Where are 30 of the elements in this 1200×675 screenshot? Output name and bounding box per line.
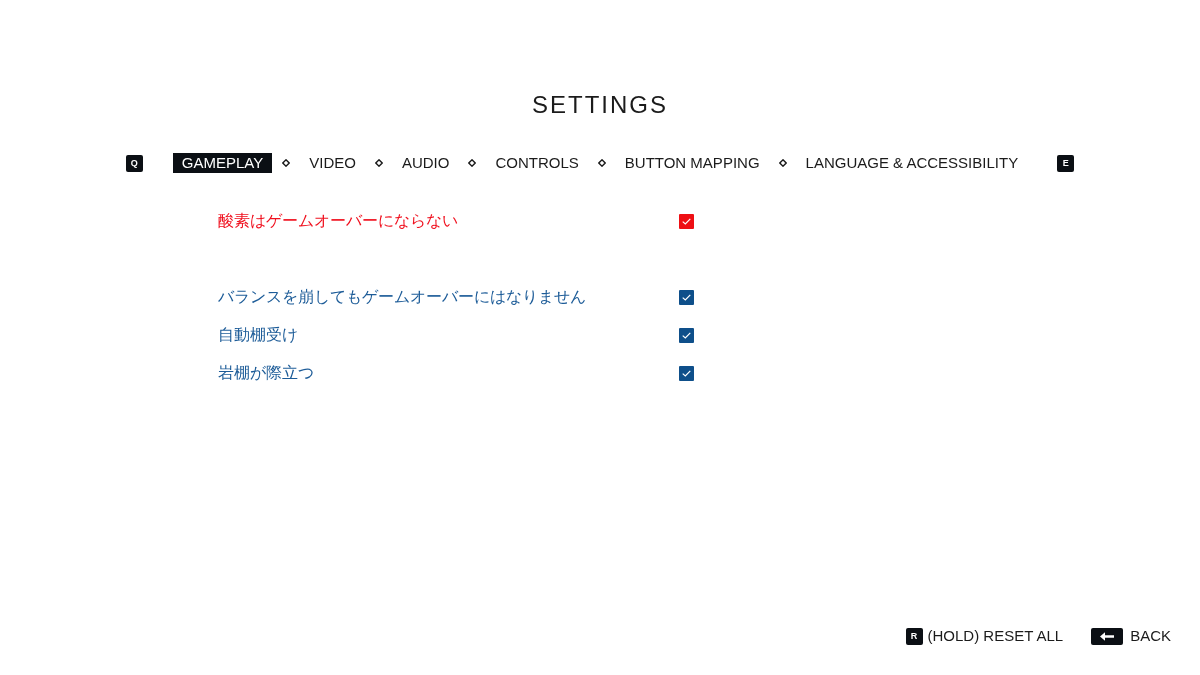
diamond-icon [374,159,383,167]
diamond-icon [282,159,291,167]
diamond-icon [597,159,606,167]
tab[interactable]: AUDIO [392,153,459,173]
action-button[interactable]: BACK [1130,627,1171,645]
tab[interactable]: BUTTON MAPPING [615,153,769,173]
diamond-icon [468,159,477,167]
tab[interactable]: LANGUAGE & ACCESSIBILITY [796,153,1028,173]
check-icon [682,369,691,377]
diamond-icon [778,159,787,167]
tab[interactable]: VIDEO [300,153,365,173]
key-cap: R [905,627,923,645]
tab[interactable]: CONTROLS [486,153,588,173]
checkbox[interactable] [679,365,694,381]
option-label: 自動棚受け [218,325,298,345]
checkbox[interactable] [679,327,694,343]
check-icon [682,217,691,225]
action-button[interactable]: (HOLD) RESET ALL [927,627,1064,645]
check-icon [682,293,691,301]
checkbox[interactable] [679,213,694,229]
option-label: バランスを崩してもゲームオーバーにはなりません [218,287,586,307]
check-icon [682,331,691,339]
tab[interactable]: GAMEPLAY [172,153,273,173]
key-cap: Q [125,154,143,172]
checkbox[interactable] [679,289,694,305]
option-label: 酸素はゲームオーバーにならない [218,211,458,231]
left-arrow-key-icon [1091,627,1124,645]
screen-title: SETTINGS [532,90,668,120]
option-label: 岩棚が際立つ [218,363,314,383]
key-cap: E [1057,154,1075,172]
